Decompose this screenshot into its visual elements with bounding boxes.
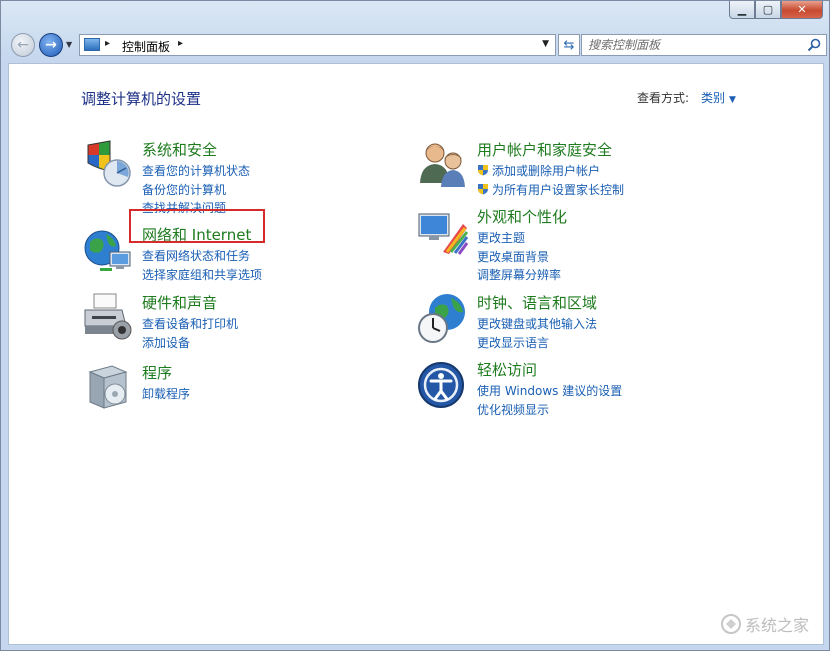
security-shield-icon [87,140,131,187]
programs-box-icon [88,365,128,409]
printer-icon [84,293,132,340]
breadcrumb-root-separator[interactable]: ▸ [105,38,110,49]
category-title-hardware-sound[interactable]: 硬件和声音 [142,292,217,313]
recent-pages-dropdown-icon[interactable]: ▼ [66,40,72,49]
link-view-computer-status[interactable]: 查看您的计算机状态 [142,162,250,181]
category-title-clock-region[interactable]: 时钟、语言和区域 [477,292,597,313]
link-change-desktop-background[interactable]: 更改桌面背景 [477,248,561,267]
forward-button[interactable]: → [39,33,63,57]
address-bar[interactable]: ▸ 控制面板 ▸ ▼ [79,34,556,56]
link-view-devices-printers[interactable]: 查看设备和打印机 [142,315,238,334]
search-box[interactable] [581,34,827,56]
refresh-button[interactable]: ⇆ [558,34,580,56]
category-title-user-accounts[interactable]: 用户帐户和家庭安全 [477,139,612,160]
link-adjust-resolution[interactable]: 调整屏幕分辨率 [477,266,561,285]
category-title-appearance[interactable]: 外观和个性化 [477,206,567,227]
view-by-value: 类别 [701,91,726,105]
control-panel-icon [84,38,100,51]
link-windows-recommended-settings[interactable]: 使用 Windows 建议的设置 [477,382,622,401]
search-icon[interactable] [807,38,821,52]
link-backup-computer[interactable]: 备份您的计算机 [142,181,250,200]
link-view-network-status[interactable]: 查看网络状态和任务 [142,247,262,266]
maximize-button[interactable]: ▢ [755,1,781,19]
appearance-monitor-icon [418,213,469,255]
link-label: 添加或删除用户帐户 [492,164,601,178]
clock-globe-icon [418,294,465,343]
link-change-keyboard-input[interactable]: 更改键盘或其他输入法 [477,315,597,334]
category-title-system-security[interactable]: 系统和安全 [142,139,217,160]
link-change-display-language[interactable]: 更改显示语言 [477,334,597,353]
link-label: 为所有用户设置家长控制 [492,182,625,197]
uac-shield-icon [478,183,488,194]
page-title: 调整计算机的设置 [81,90,202,108]
back-button[interactable]: ← [11,33,35,57]
link-add-remove-user-accounts[interactable]: 添加或删除用户帐户 [477,162,624,181]
view-by-dropdown[interactable]: 类别 ▼ [701,89,736,106]
search-input[interactable] [588,37,788,53]
ease-of-access-icon [418,362,464,408]
watermark-logo-icon [720,614,741,634]
link-homegroup-sharing[interactable]: 选择家庭组和共享选项 [142,266,262,285]
link-change-theme[interactable]: 更改主题 [477,229,561,248]
control-panel-window: ▁ ▢ ✕ ← → ▼ ▸ 控制面板 ▸ ▼ ⇆ 调整计算机的设置 查看方式: … [0,0,830,651]
chevron-down-icon: ▼ [729,95,736,105]
close-button[interactable]: ✕ [781,1,823,19]
breadcrumb-control-panel[interactable]: 控制面板 [122,38,170,55]
content-pane: 调整计算机的设置 查看方式: 类别 ▼ 系统和安全 查看您的计算机状态 备份您的计… [8,63,824,645]
navigation-toolbar: ← → ▼ ▸ 控制面板 ▸ ▼ ⇆ [9,31,827,61]
link-parental-controls[interactable]: 为所有用户设置家长控制 [477,181,624,200]
category-title-ease-of-access[interactable]: 轻松访问 [477,359,537,380]
minimize-button[interactable]: ▁ [729,1,755,19]
link-uninstall-program[interactable]: 卸载程序 [142,385,190,404]
address-history-dropdown-icon[interactable]: ▼ [542,39,549,49]
site-watermark: 系统之家 [720,612,809,636]
link-optimize-visual-display[interactable]: 优化视频显示 [477,401,622,420]
category-title-programs[interactable]: 程序 [142,362,172,383]
uac-shield-icon [478,165,488,176]
link-add-device[interactable]: 添加设备 [142,334,238,353]
watermark-text: 系统之家 [744,616,809,635]
caption-buttons: ▁ ▢ ✕ [729,1,823,19]
network-globe-icon [84,230,131,271]
red-highlight-annotation [129,209,265,243]
users-icon [420,143,465,187]
breadcrumb-end-separator[interactable]: ▸ [178,38,183,49]
view-by-label: 查看方式: [637,91,690,105]
